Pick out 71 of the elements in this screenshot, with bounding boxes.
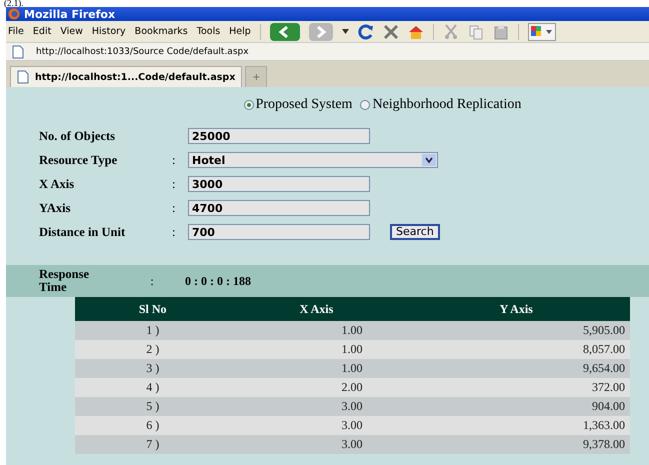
field-label: No. of Objects (39, 128, 116, 144)
colon-text: : (172, 224, 176, 240)
search-button[interactable]: Search (390, 224, 440, 240)
back-button-icon[interactable] (270, 22, 300, 40)
table-cell: 3.00 (230, 416, 402, 435)
table-cell: 9,378.00 (402, 435, 630, 454)
input-field[interactable]: 25000 (188, 128, 370, 144)
reload-icon[interactable] (358, 24, 374, 40)
table-cell: 3.00 (230, 435, 402, 454)
stop-icon[interactable] (382, 24, 399, 40)
table-cell: 3.00 (230, 397, 402, 416)
column-header: Y Axis (402, 297, 630, 321)
address-bar[interactable]: http://localhost:1033/Source Code/default.aspx (6, 42, 649, 61)
radio-button[interactable] (244, 100, 254, 110)
browser-tab[interactable]: http://localhost:1...Code/default.aspx (10, 66, 242, 87)
forward-button-icon[interactable] (308, 22, 333, 40)
dropdown-caret-icon[interactable] (342, 29, 349, 34)
table-cell: 6 ) (75, 416, 230, 435)
table-cell: 3 ) (75, 359, 230, 378)
radio-option[interactable]: Proposed System (244, 97, 352, 113)
input-field[interactable]: 700 (188, 224, 370, 240)
table-cell: 4 ) (75, 378, 230, 397)
copy-icon[interactable] (468, 24, 484, 40)
caret-icon (422, 154, 436, 166)
resource-type-dropdown[interactable]: Hotel (188, 152, 438, 168)
radio-button[interactable] (360, 100, 370, 110)
window-title: Mozilla Firefox (24, 8, 116, 20)
table-cell: 5 ) (75, 397, 230, 416)
input-field[interactable]: 4700 (188, 200, 370, 216)
colon-text: : (149, 274, 155, 288)
table-cell: 8,057.00 (402, 340, 630, 359)
column-header: X Axis (230, 297, 402, 321)
field-label: Distance in Unit (39, 224, 126, 240)
table-cell: 1,363.00 (402, 416, 630, 435)
page-icon (12, 44, 24, 58)
table-cell: 5,905.00 (402, 321, 630, 340)
caption-text: (2.1). (3, 0, 24, 7)
menu-item[interactable]: Help (229, 26, 251, 37)
menu-item[interactable]: File (8, 26, 24, 37)
search-engine-icon[interactable] (528, 22, 556, 40)
page-icon (17, 70, 29, 84)
browser-logo-icon (8, 8, 20, 20)
response-time-value: 0 : 0 : 0 : 188 (185, 274, 251, 288)
menu-item[interactable]: Tools (196, 26, 220, 37)
table-cell: 1.00 (230, 359, 402, 378)
table-cell: 2 ) (75, 340, 230, 359)
radio-option[interactable]: Neighborhood Replication (360, 97, 522, 113)
table-cell: 1 ) (75, 321, 230, 340)
url-text: http://localhost:1033/Source Code/default.aspx (36, 46, 249, 56)
table-cell: 7 ) (75, 435, 230, 454)
table-cell: 904.00 (402, 397, 630, 416)
table-cell: 1.00 (230, 321, 402, 340)
field-label: X Axis (39, 176, 76, 192)
colon-text: : (172, 152, 176, 168)
field-label: YAxis (39, 200, 72, 216)
menu-item[interactable]: History (92, 26, 126, 37)
paste-icon[interactable] (492, 24, 509, 40)
response-time-label: Response Time (39, 268, 90, 294)
field-label: Resource Type (39, 152, 118, 168)
colon-text: : (172, 176, 176, 192)
home-icon[interactable] (408, 24, 424, 40)
menu-item[interactable]: Bookmarks (134, 26, 188, 37)
colon-text: : (172, 200, 176, 216)
menu-item[interactable]: View (60, 26, 83, 37)
table-cell: 372.00 (402, 378, 630, 397)
table-cell: 1.00 (230, 340, 402, 359)
table-cell: 9,654.00 (402, 359, 630, 378)
column-header: Sl No (75, 297, 230, 321)
input-field[interactable]: 3000 (188, 176, 370, 192)
menu-item[interactable]: Edit (32, 26, 52, 37)
table-cell: 2.00 (230, 378, 402, 397)
